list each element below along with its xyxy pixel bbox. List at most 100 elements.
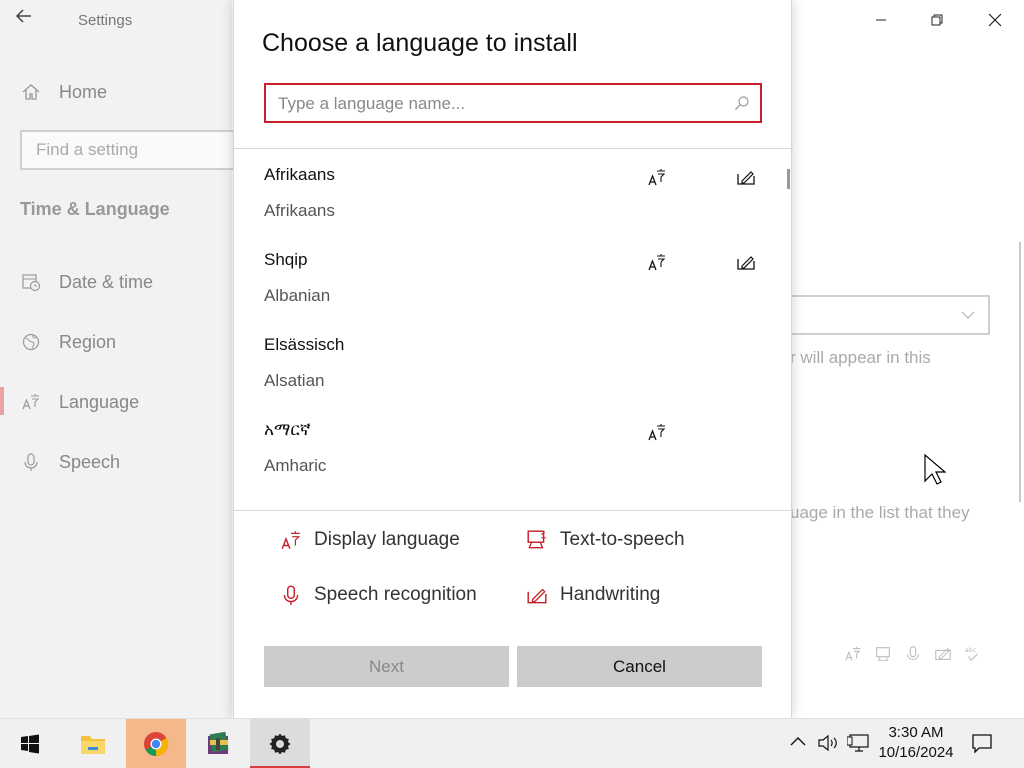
microphone-icon	[902, 643, 924, 665]
text-to-speech-icon	[524, 527, 550, 553]
settings-taskbar-button[interactable]	[250, 719, 310, 768]
microphone-icon	[278, 582, 304, 608]
file-explorer-button[interactable]	[63, 719, 123, 768]
dialog-title: Choose a language to install	[262, 29, 578, 57]
text-to-speech-icon	[872, 643, 894, 665]
language-english-name: Afrikaans	[264, 201, 335, 220]
language-native-name: Afrikaans	[264, 165, 335, 184]
background-dropdown	[790, 295, 990, 335]
globe-icon	[20, 331, 42, 353]
display-language-icon	[647, 167, 669, 189]
background-text: uage in the list that they	[790, 503, 970, 522]
chevron-down-icon	[960, 307, 976, 328]
volume-button[interactable]	[817, 733, 839, 758]
maximize-button[interactable]	[922, 6, 952, 34]
folder-icon	[81, 736, 105, 754]
display-language-icon	[647, 252, 669, 274]
search-icon	[734, 95, 750, 116]
language-native-name: Shqip	[264, 250, 308, 269]
settings-sidebar: Settings Home Find a setting Time & Lang…	[0, 0, 240, 718]
section-heading: Time & Language	[20, 199, 170, 219]
close-button[interactable]	[980, 6, 1010, 34]
spellcheck-icon: abc	[962, 643, 984, 665]
show-hidden-icons-button[interactable]	[789, 733, 807, 756]
start-button[interactable]	[0, 719, 60, 768]
sidebar-item-speech[interactable]: Speech	[0, 442, 232, 482]
clock-time: 3:30 AM	[888, 724, 944, 741]
legend-display-language: Display language	[278, 527, 460, 553]
network-button[interactable]	[846, 733, 871, 758]
sidebar-item-label: Language	[59, 391, 140, 412]
choose-language-dialog: Choose a language to install Afrikaans A…	[233, 0, 793, 718]
winrar-icon	[208, 731, 229, 754]
background-feature-icons: abc	[842, 643, 984, 665]
sidebar-item-language[interactable]: Language	[0, 382, 232, 422]
back-arrow-icon	[15, 9, 31, 23]
winrar-button[interactable]	[188, 719, 248, 768]
back-button[interactable]	[14, 6, 46, 34]
sidebar-item-date-time[interactable]: Date & time	[0, 262, 232, 302]
language-english-name: Alsatian	[264, 371, 325, 390]
close-icon	[988, 13, 1002, 27]
legend-speech-recognition: Speech recognition	[278, 582, 477, 608]
legend-label: Handwriting	[560, 584, 661, 605]
legend-label: Text-to-speech	[560, 529, 685, 550]
language-item-alsatian[interactable]: Elsässisch Alsatian	[234, 319, 793, 404]
display-language-icon	[647, 422, 669, 444]
windows-logo-icon	[21, 734, 39, 754]
legend-handwriting: Handwriting	[524, 582, 660, 608]
taskbar-clock[interactable]: 3:30 AM 10/16/2024	[876, 723, 956, 763]
minimize-icon	[876, 19, 886, 21]
svg-text:abc: abc	[965, 647, 977, 654]
language-native-name: አማርኛ	[264, 420, 311, 439]
language-english-name: Albanian	[264, 286, 331, 305]
language-native-name: Elsässisch	[264, 335, 345, 354]
background-scrollbar[interactable]	[1019, 242, 1021, 502]
language-item-afrikaans[interactable]: Afrikaans Afrikaans	[234, 149, 793, 234]
sidebar-item-region[interactable]: Region	[0, 322, 232, 362]
network-icon	[846, 734, 869, 752]
legend-text-to-speech: Text-to-speech	[524, 527, 685, 553]
chrome-icon	[144, 732, 169, 756]
minimize-button[interactable]	[866, 6, 896, 34]
list-scrollbar[interactable]	[787, 169, 790, 189]
mouse-cursor-icon	[924, 453, 947, 491]
gear-icon	[269, 733, 291, 755]
chrome-button[interactable]	[126, 719, 186, 768]
restore-icon	[931, 14, 943, 26]
display-language-icon	[278, 527, 304, 553]
cancel-button[interactable]: Cancel	[517, 646, 762, 687]
language-search-box[interactable]	[264, 83, 762, 123]
clock-date: 10/16/2024	[878, 744, 954, 761]
taskbar: 3:30 AM 10/16/2024	[0, 718, 1024, 768]
display-language-icon	[842, 643, 864, 665]
chevron-up-icon	[790, 737, 806, 746]
language-item-albanian[interactable]: Shqip Albanian	[234, 234, 793, 319]
handwriting-icon	[736, 167, 758, 189]
find-setting-input[interactable]: Find a setting	[20, 130, 240, 170]
language-search-input[interactable]	[278, 92, 718, 116]
language-item-amharic[interactable]: አማርኛ Amharic	[234, 404, 793, 489]
divider	[234, 510, 793, 511]
speaker-icon	[818, 734, 837, 752]
legend-label: Speech recognition	[314, 584, 477, 605]
background-text: r will appear in this	[790, 348, 931, 367]
legend-label: Display language	[314, 529, 460, 550]
next-button[interactable]: Next	[264, 646, 509, 687]
sidebar-item-home[interactable]: Home	[0, 72, 232, 112]
notification-icon	[972, 734, 992, 754]
sidebar-item-label: Speech	[59, 451, 121, 472]
handwriting-icon	[524, 582, 550, 608]
language-list: Afrikaans Afrikaans Shqip Albanian Elsäs…	[234, 149, 793, 510]
language-icon	[20, 391, 42, 413]
app-title: Settings	[78, 12, 133, 29]
language-english-name: Amharic	[264, 456, 327, 475]
handwriting-icon	[932, 643, 954, 665]
home-icon	[20, 81, 42, 103]
calendar-clock-icon	[20, 271, 42, 293]
sidebar-item-label: Date & time	[59, 271, 154, 292]
sidebar-item-label: Home	[59, 81, 108, 102]
sidebar-item-label: Region	[59, 331, 117, 352]
handwriting-icon	[736, 252, 758, 274]
action-center-button[interactable]	[970, 731, 994, 760]
